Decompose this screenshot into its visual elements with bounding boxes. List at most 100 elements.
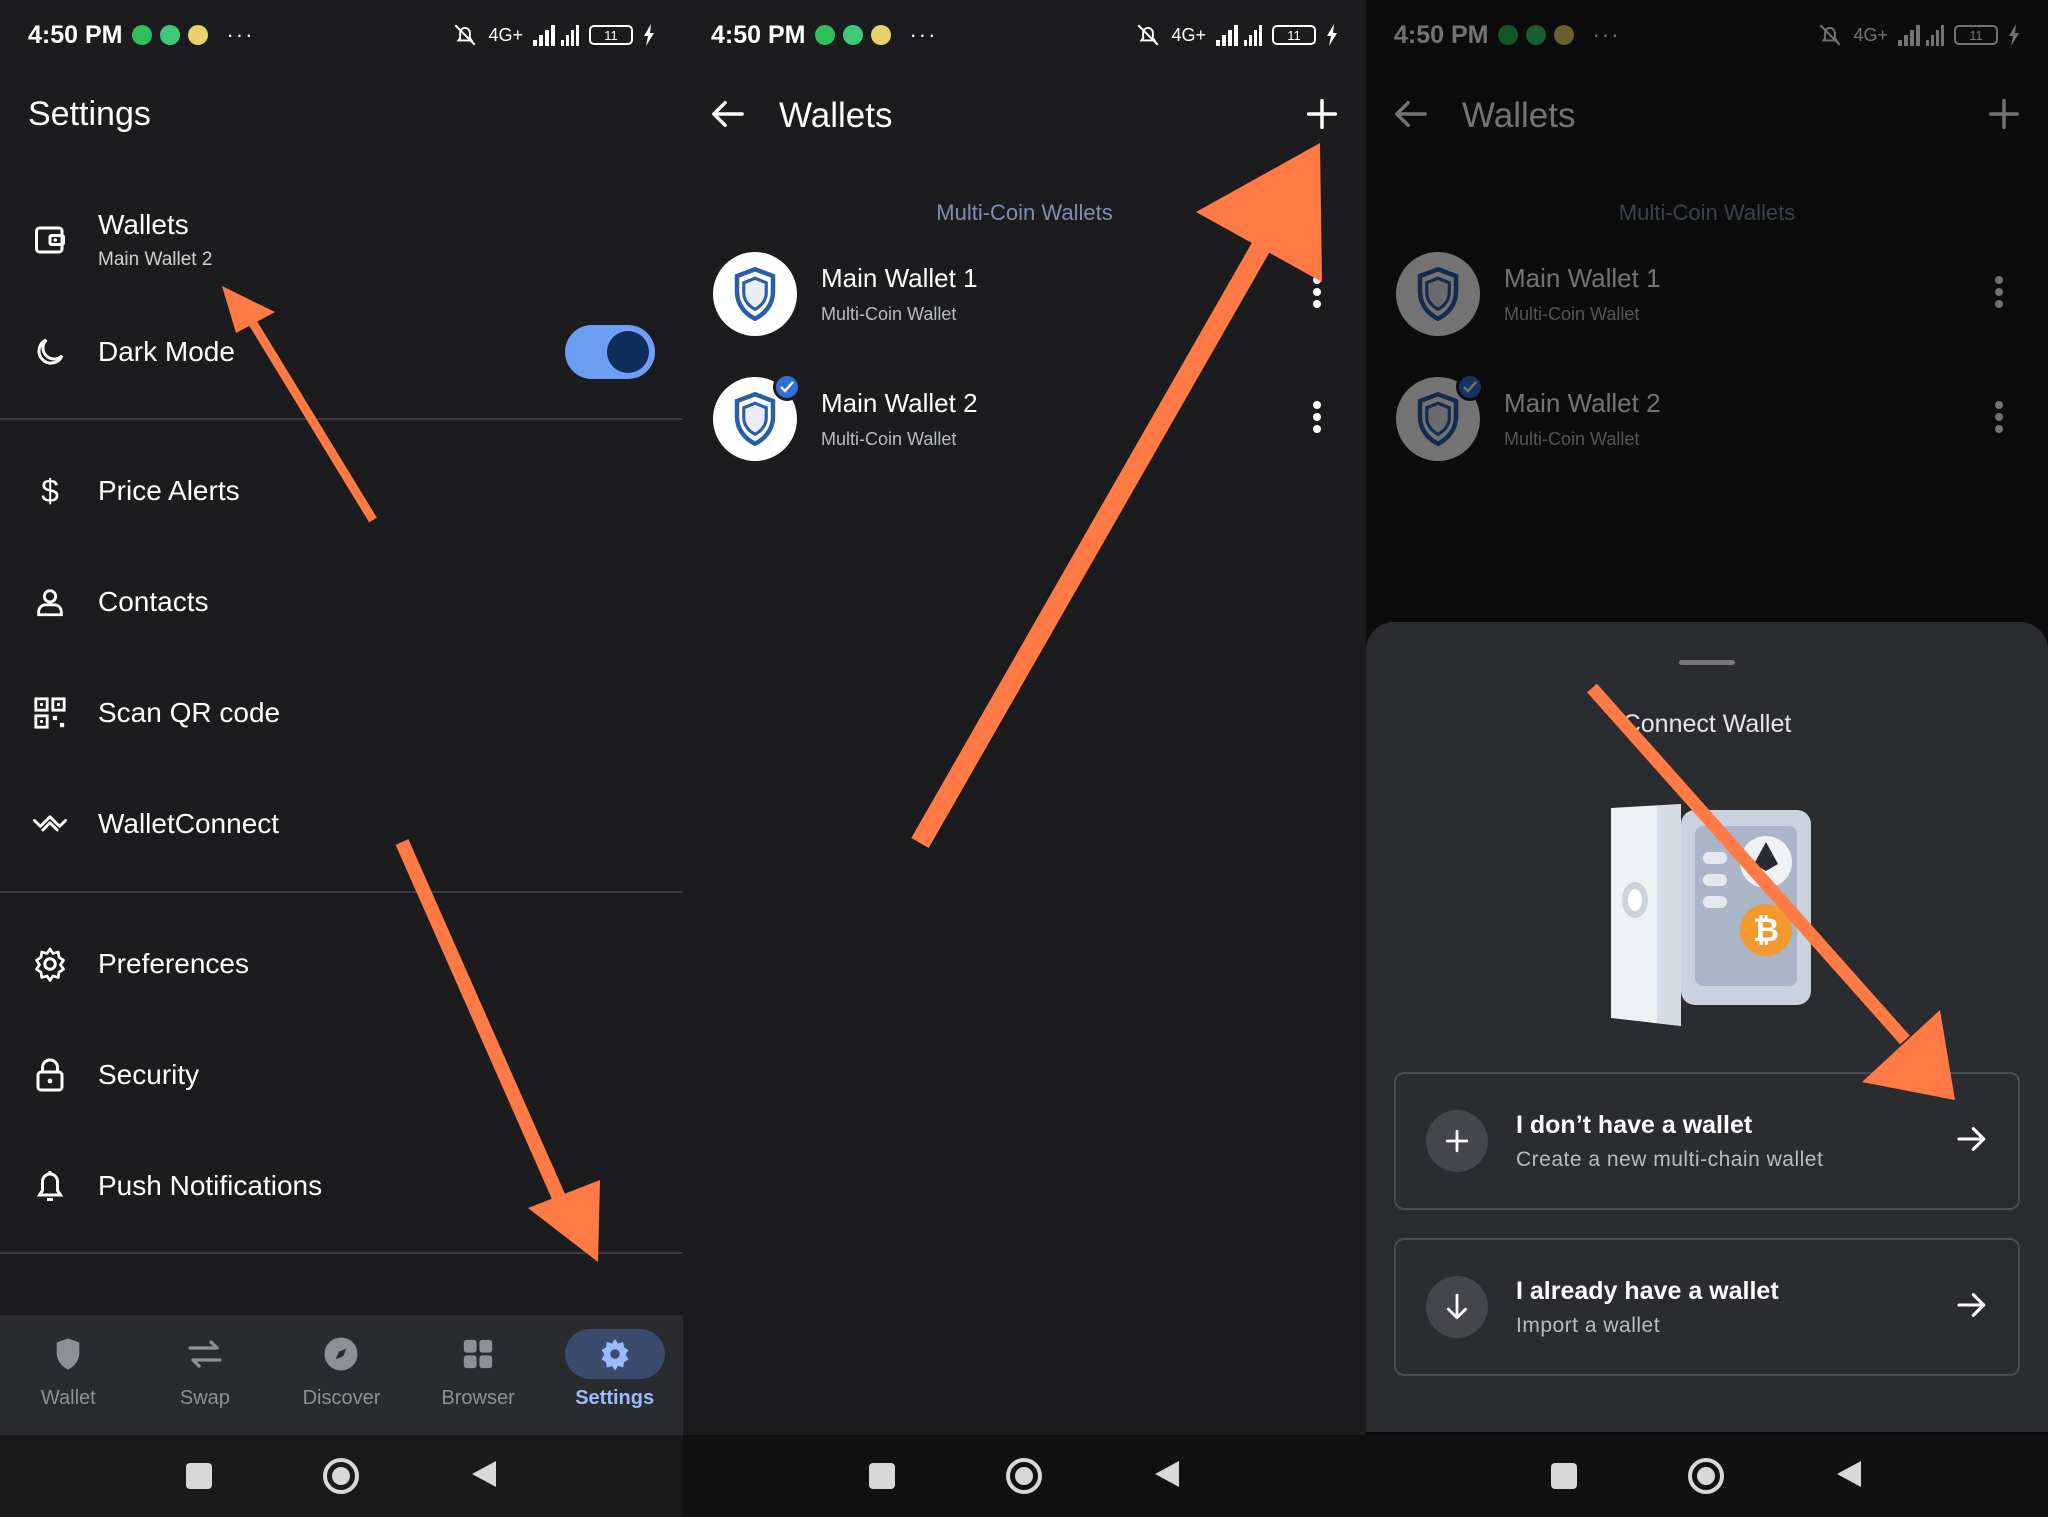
notification-icons (815, 25, 892, 45)
tab-settings[interactable]: Settings (546, 1315, 683, 1435)
divider (0, 418, 683, 420)
wallet-avatar (713, 373, 801, 461)
status-bar: 4:50 PM ··· 4G+ 11 (0, 0, 683, 70)
settings-item-preferences[interactable]: Preferences (0, 909, 683, 1019)
tab-browser-label: Browser (441, 1387, 515, 1409)
grid-icon (428, 1329, 528, 1379)
gear-icon (28, 942, 72, 986)
shield-icon (18, 1329, 118, 1379)
system-nav-bar (0, 1435, 683, 1517)
tab-wallet-label: Wallet (40, 1387, 96, 1409)
chat-icon (160, 25, 181, 45)
wallet-name: Main Wallet 1 (821, 263, 978, 293)
more-notifications: ··· (909, 22, 938, 47)
import-wallet-option[interactable]: I already have a wallet Import a wallet (1394, 1238, 2020, 1376)
signal-icon (533, 25, 579, 46)
back-button[interactable] (1835, 1459, 1863, 1494)
mute-bell-icon (1138, 24, 1159, 46)
tab-swap[interactable]: Swap (137, 1315, 274, 1435)
app-icon (188, 25, 209, 45)
home-button[interactable] (1005, 1458, 1042, 1494)
divider (0, 1252, 683, 1254)
svg-text:₿: ₿ (1753, 912, 1779, 948)
settings-item-dark-mode: Dark Mode (0, 297, 683, 407)
wallet-type: Multi-Coin Wallet (821, 429, 957, 449)
contacts-label: Contacts (98, 586, 209, 617)
qr-code-icon (28, 691, 72, 735)
sheet-title: Connect Wallet (1622, 710, 1792, 738)
more-options-icon[interactable] (1312, 400, 1322, 439)
moon-icon (28, 330, 72, 374)
more-options-icon[interactable] (1312, 275, 1322, 314)
wallet-row[interactable]: Main Wallet 2 Multi-Coin Wallet (713, 369, 1336, 469)
option-subtitle: Import a wallet (1516, 1313, 1661, 1337)
divider (0, 891, 683, 893)
settings-item-price-alerts[interactable]: $ Price Alerts (0, 436, 683, 546)
settings-item-wallets[interactable]: Wallets Main Wallet 2 (0, 185, 683, 295)
tab-swap-label: Swap (179, 1387, 230, 1409)
selected-check-icon (773, 373, 801, 401)
page-title: Wallets (779, 96, 893, 135)
lock-icon (28, 1053, 72, 1097)
back-button[interactable] (1153, 1459, 1181, 1494)
settings-item-push-notifications[interactable]: Push Notifications (0, 1131, 683, 1241)
network-type: 4G+ (488, 24, 523, 45)
wallet-icon (28, 218, 72, 262)
settings-item-security[interactable]: Security (0, 1020, 683, 1130)
dark-mode-toggle[interactable] (565, 325, 655, 379)
plus-icon (1426, 1110, 1488, 1172)
option-title: I don’t have a wallet (1516, 1110, 1753, 1139)
settings-item-walletconnect[interactable]: WalletConnect (0, 769, 683, 879)
notification-icons (132, 25, 209, 45)
settings-screen: 4:50 PM ··· 4G+ 11 Settings Wallets Main… (0, 0, 683, 1517)
home-button[interactable] (1687, 1458, 1724, 1494)
tab-settings-label: Settings (575, 1387, 655, 1409)
tab-browser[interactable]: Browser (410, 1315, 547, 1435)
charging-icon (644, 24, 654, 46)
network-type: 4G+ (1171, 24, 1206, 45)
drag-handle[interactable] (1679, 660, 1735, 665)
dark-mode-label: Dark Mode (98, 336, 235, 367)
recents-button[interactable] (185, 1463, 212, 1489)
charging-icon (1327, 24, 1337, 46)
wallets-screen: 4:50 PM ··· 4G+ 11 Wallets Multi-Coin Wa… (683, 0, 1366, 1517)
option-title: I already have a wallet (1516, 1276, 1779, 1305)
preferences-label: Preferences (98, 948, 249, 979)
scan-qr-label: Scan QR code (98, 697, 281, 728)
add-wallet-button[interactable] (1306, 98, 1338, 135)
bottom-tab-bar: Wallet Swap Discover Browser Settings (0, 1315, 683, 1435)
tab-wallet[interactable]: Wallet (0, 1315, 137, 1435)
wallet-row[interactable]: Main Wallet 1 Multi-Coin Wallet (713, 244, 1336, 344)
back-arrow-icon[interactable] (711, 99, 745, 134)
walletconnect-icon (28, 802, 72, 846)
person-icon (28, 580, 72, 624)
back-button[interactable] (470, 1459, 498, 1494)
recents-button[interactable] (1551, 1463, 1578, 1489)
tab-discover[interactable]: Discover (273, 1315, 410, 1435)
connect-wallet-screen: 4:50 PM ··· 4G+ 11 Wallets Multi-Coin Wa… (1366, 0, 2048, 1517)
security-label: Security (98, 1059, 200, 1090)
battery-icon: 11 (1272, 25, 1316, 45)
arrow-right-icon (1956, 1292, 1988, 1323)
status-time: 4:50 PM (28, 20, 123, 49)
compass-icon (291, 1329, 391, 1379)
home-button[interactable] (322, 1458, 359, 1494)
settings-item-scan-qr[interactable]: Scan QR code (0, 658, 683, 768)
app-bar: Wallets (683, 78, 1366, 154)
wallets-subtitle: Main Wallet 2 (98, 249, 213, 270)
status-right: 4G+ 11 (1135, 22, 1338, 48)
recents-button[interactable] (868, 1463, 895, 1489)
wallets-label: Wallets (98, 209, 189, 240)
create-wallet-option[interactable]: I don’t have a wallet Create a new multi… (1394, 1072, 2020, 1210)
section-header: Multi-Coin Wallets (936, 200, 1113, 225)
settings-gear-icon (564, 1329, 665, 1379)
whatsapp-icon (132, 25, 153, 45)
status-time: 4:50 PM (711, 20, 806, 49)
price-alerts-label: Price Alerts (98, 475, 240, 506)
app-icon (871, 25, 892, 45)
status-right: 4G+ 11 (452, 22, 655, 48)
whatsapp-icon (815, 25, 836, 45)
walletconnect-label: WalletConnect (98, 808, 280, 839)
signal-icon (1216, 25, 1262, 46)
settings-item-contacts[interactable]: Contacts (0, 547, 683, 657)
